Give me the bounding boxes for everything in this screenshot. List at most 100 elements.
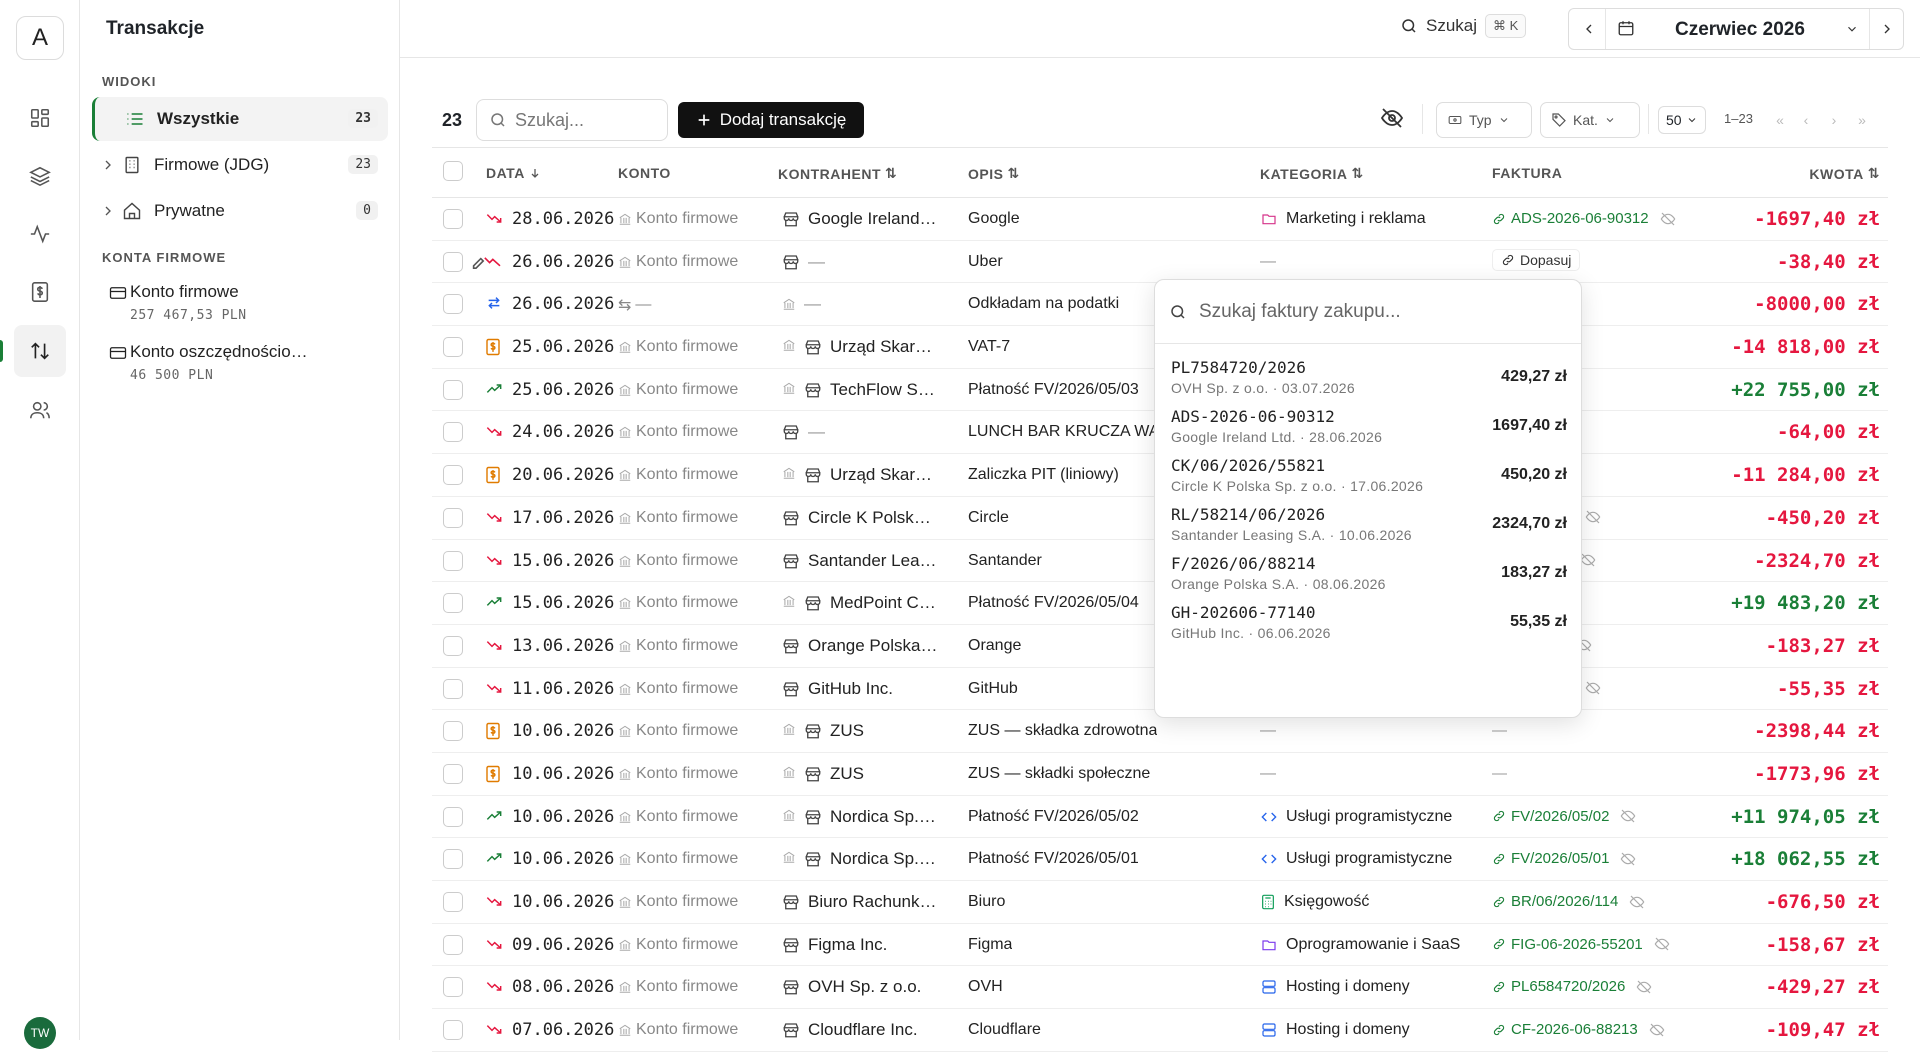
col-date[interactable]: DATA [486, 165, 541, 181]
table-row[interactable]: 09.06.2026 Konto firmowe Figma Inc. Figma Op… [432, 924, 1888, 967]
row-checkbox[interactable] [443, 678, 463, 699]
add-transaction-button[interactable]: Dodaj transakcję [678, 102, 864, 138]
users-icon[interactable] [14, 384, 66, 436]
eye-off-icon[interactable] [1380, 106, 1404, 130]
table-row[interactable]: 10.06.2026 Konto firmowe ZUS ZUS — składki … [432, 753, 1888, 796]
row-checkbox[interactable] [443, 934, 463, 955]
row-checkbox[interactable] [443, 892, 463, 912]
transactions-icon[interactable] [14, 325, 66, 377]
eye-off-icon[interactable] [1629, 894, 1645, 910]
row-checkbox[interactable] [443, 635, 463, 656]
row-invoice[interactable]: ADS-2026-06-90312 [1492, 210, 1676, 227]
col-category[interactable]: KATEGORIA ⇅ [1260, 165, 1364, 182]
eye-off-icon[interactable] [1620, 808, 1636, 824]
row-category[interactable]: Księgowość [1260, 893, 1369, 911]
row-checkbox[interactable] [443, 721, 463, 742]
eye-off-icon[interactable] [1654, 936, 1670, 952]
invoice-icon[interactable] [14, 266, 66, 318]
row-checkbox[interactable] [443, 465, 463, 486]
row-invoice[interactable]: FIG-06-2026-55201 [1492, 936, 1670, 953]
view-private[interactable]: Prywatne 0 [92, 189, 388, 233]
row-checkbox[interactable] [443, 209, 463, 229]
table-row[interactable]: 28.06.2026 Konto firmowe Google Ireland… Go… [432, 198, 1888, 241]
row-invoice[interactable]: BR/06/2026/114 [1492, 893, 1645, 910]
layers-icon[interactable] [14, 150, 66, 202]
eye-off-icon[interactable] [1649, 1022, 1665, 1038]
eye-off-icon[interactable] [1660, 211, 1676, 227]
row-checkbox[interactable] [443, 251, 463, 272]
eye-off-icon[interactable] [1580, 552, 1596, 568]
next-page-icon[interactable]: › [1822, 107, 1846, 133]
table-row[interactable]: 10.06.2026 Konto firmowe Biuro Rachunk… Biu… [432, 881, 1888, 924]
table-row[interactable]: 26.06.2026 Konto firmowe — Uber — Dopasuj -38,… [432, 241, 1888, 284]
col-counterparty[interactable]: KONTRAHENT ⇅ [778, 165, 897, 182]
first-page-icon[interactable]: « [1768, 107, 1792, 133]
chevron-down-icon[interactable] [1845, 22, 1859, 36]
row-invoice[interactable]: FV/2026/05/01 [1492, 850, 1636, 867]
global-search[interactable]: Szukaj ⌘ K [1400, 14, 1527, 38]
type-filter[interactable]: Typ [1436, 102, 1532, 138]
row-checkbox[interactable] [443, 379, 463, 400]
row-account: Konto firmowe [618, 637, 738, 655]
table-row[interactable]: 08.06.2026 Konto firmowe OVH Sp. z o.o. OVH… [432, 966, 1888, 1010]
dashboard-icon[interactable] [14, 92, 66, 144]
chevron-right-icon[interactable] [100, 157, 122, 173]
table-row[interactable]: 10.06.2026 Konto firmowe Nordica Sp.… Płatn… [432, 796, 1888, 839]
row-checkbox[interactable] [443, 422, 463, 443]
view-business[interactable]: Firmowe (JDG) 23 [92, 143, 388, 187]
chevron-right-icon[interactable] [100, 203, 122, 219]
row-category[interactable]: Marketing i reklama [1260, 210, 1426, 228]
prev-page-icon[interactable]: ‹ [1794, 107, 1818, 133]
col-description[interactable]: OPIS ⇅ [968, 165, 1020, 182]
row-account: Konto firmowe [618, 765, 738, 783]
row-checkbox[interactable] [443, 849, 463, 870]
row-invoice[interactable]: FV/2026/05/02 [1492, 808, 1636, 825]
row-checkbox[interactable] [443, 977, 463, 998]
eye-off-icon[interactable] [1636, 979, 1652, 995]
row-checkbox[interactable] [443, 1020, 463, 1041]
row-invoice[interactable]: CF-2026-06-88213 [1492, 1021, 1665, 1038]
row-checkbox[interactable] [443, 593, 463, 614]
row-description: Cloudflare [968, 1021, 1041, 1039]
eye-off-icon[interactable] [1620, 851, 1636, 867]
app-logo[interactable]: A [16, 16, 64, 60]
row-category[interactable]: — [1260, 765, 1276, 783]
row-checkbox[interactable] [443, 337, 463, 358]
row-checkbox[interactable] [443, 294, 463, 315]
account-company[interactable]: Konto firmowe 257 467,53 PLN [109, 282, 247, 323]
row-checkbox[interactable] [443, 550, 463, 571]
account-savings[interactable]: Konto oszczędnościo… 46 500 PLN [109, 342, 308, 383]
row-invoice[interactable]: PL6584720/2026 [1492, 978, 1652, 995]
shop-icon [782, 1021, 800, 1039]
invoice-search-input[interactable]: Szukaj faktury zakupu... [1155, 280, 1581, 344]
search-input[interactable]: Szukaj... [476, 99, 668, 141]
avatar[interactable]: TW [24, 1017, 56, 1049]
category-filter[interactable]: Kat. [1540, 102, 1640, 138]
table-row[interactable]: 07.06.2026 Konto firmowe Cloudflare Inc. Cl… [432, 1009, 1888, 1052]
month-picker[interactable]: Czerwiec 2026 [1568, 8, 1904, 50]
row-category[interactable]: — [1260, 253, 1276, 271]
view-all[interactable]: Wszystkie 23 [92, 97, 388, 141]
table-row[interactable]: 10.06.2026 Konto firmowe Nordica Sp.… Płatn… [432, 838, 1888, 881]
select-all-checkbox[interactable] [443, 161, 463, 181]
row-checkbox[interactable] [443, 763, 463, 784]
page-size-select[interactable]: 50 [1658, 106, 1706, 134]
row-checkbox[interactable] [443, 806, 463, 827]
chevron-right-icon[interactable] [1879, 21, 1895, 37]
match-invoice-button[interactable]: Dopasuj [1492, 248, 1581, 271]
last-page-icon[interactable]: » [1850, 107, 1874, 133]
row-checkbox[interactable] [443, 507, 463, 528]
eye-off-icon[interactable] [1585, 509, 1601, 525]
row-category[interactable]: Usługi programistyczne [1260, 808, 1452, 826]
row-description: Uber [968, 252, 1003, 270]
row-category[interactable]: Hosting i domeny [1260, 1021, 1410, 1039]
row-category[interactable]: — [1260, 722, 1276, 740]
invoice-option[interactable]: GH-202606-77140 GitHub Inc. · 06.06.2026 5… [1171, 595, 1567, 653]
activity-icon[interactable] [14, 208, 66, 260]
chevron-left-icon[interactable] [1581, 21, 1597, 37]
col-amount[interactable]: KWOTA ⇅ [1809, 165, 1880, 182]
row-category[interactable]: Oprogramowanie i SaaS [1260, 936, 1460, 954]
row-category[interactable]: Hosting i domeny [1260, 978, 1410, 996]
eye-off-icon[interactable] [1585, 680, 1601, 696]
row-category[interactable]: Usługi programistyczne [1260, 850, 1452, 868]
